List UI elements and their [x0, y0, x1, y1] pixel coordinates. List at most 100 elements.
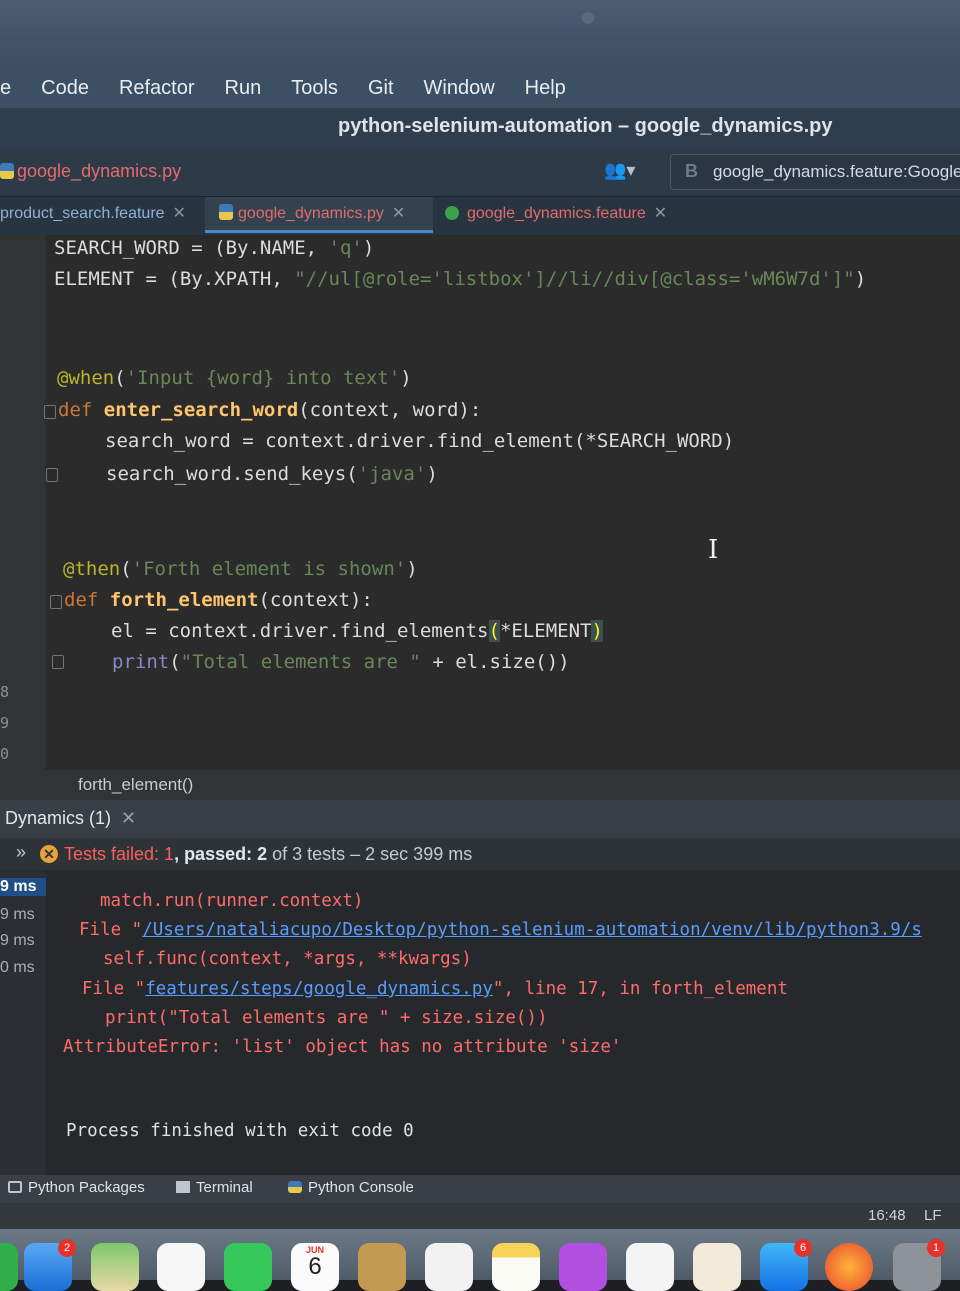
tool-tab-label: Python Console	[308, 1179, 414, 1196]
expand-chevron-icon[interactable]: »	[16, 842, 26, 863]
tab-label: product_search.feature	[0, 205, 165, 222]
tab-google-dynamics-feature[interactable]: google_dynamics.feature ✕	[445, 197, 667, 233]
line-number: 8	[0, 683, 10, 701]
run-tab-label: Dynamics (1)	[5, 808, 112, 828]
fold-marker-icon[interactable]	[52, 655, 64, 669]
podcasts-app-icon[interactable]	[559, 1243, 607, 1291]
passed-label: , passed:	[174, 844, 258, 864]
text-cursor-icon: I	[708, 535, 719, 565]
code-editor[interactable]: 8 9 0 SEARCH_WORD = (By.NAME, 'q') ELEME…	[0, 235, 960, 770]
screen-bezel	[0, 0, 960, 68]
code-line: @when('Input {word} into text')	[57, 367, 412, 389]
pages-app-icon[interactable]	[693, 1243, 741, 1291]
terminal-icon	[176, 1181, 190, 1193]
passed-count: 2	[257, 844, 268, 864]
python-console-icon	[288, 1181, 302, 1193]
tool-tab-label: Python Packages	[28, 1179, 145, 1196]
camera-dot	[582, 12, 594, 24]
tab-python-packages[interactable]: Python Packages	[8, 1179, 145, 1196]
console-line: File "features/steps/google_dynamics.py"…	[82, 979, 788, 999]
tab-terminal[interactable]: Terminal	[176, 1179, 253, 1196]
line-separator[interactable]: LF	[924, 1207, 942, 1224]
close-icon[interactable]: ✕	[121, 808, 136, 828]
navigation-bar: google_dynamics.py 👥▾ B google_dynamics.…	[0, 148, 960, 197]
numbers-app-icon[interactable]	[626, 1243, 674, 1291]
test-failed-icon: ✕	[40, 845, 58, 863]
firefox-app-icon[interactable]	[825, 1243, 873, 1291]
code-line: ELEMENT = (By.XPATH, "//ul[@role='listbo…	[54, 268, 867, 290]
status-bar: 16:48 LF	[0, 1203, 960, 1229]
editor-breadcrumb[interactable]: forth_element()	[0, 770, 960, 800]
macos-dock: 2 JUN 6 6 1	[0, 1229, 960, 1291]
finder-app-icon[interactable]	[0, 1243, 18, 1291]
menu-tools[interactable]: Tools	[291, 77, 338, 100]
maps-app-icon[interactable]	[91, 1243, 139, 1291]
tab-product-search-feature[interactable]: product_search.feature ✕	[0, 197, 186, 233]
test-duration[interactable]: 9 ms	[0, 906, 46, 924]
console-line: match.run(runner.context)	[100, 891, 364, 911]
code-line: print("Total elements are " + el.size())	[112, 651, 570, 673]
test-duration[interactable]: 9 ms	[0, 878, 46, 896]
mail-badge: 2	[58, 1239, 76, 1257]
menu-help[interactable]: Help	[525, 77, 566, 100]
test-duration[interactable]: 0 ms	[0, 959, 46, 977]
console-line: File "/Users/nataliacupo/Desktop/python-…	[79, 920, 922, 940]
console-output[interactable]: match.run(runner.context) File "/Users/n…	[46, 870, 960, 1175]
code-line-current: el = context.driver.find_elements(*ELEME…	[111, 620, 603, 642]
behave-icon: B	[685, 161, 698, 181]
close-icon[interactable]: ✕	[654, 205, 667, 222]
fold-marker-icon[interactable]	[50, 595, 62, 609]
python-file-icon	[219, 204, 233, 220]
menu-bar: e Code Refactor Run Tools Git Window Hel…	[0, 68, 960, 108]
code-line: search_word = context.driver.find_elemen…	[105, 430, 735, 452]
tab-google-dynamics-py[interactable]: google_dynamics.py ✕	[205, 197, 433, 233]
calendar-app-icon[interactable]: JUN 6	[291, 1243, 339, 1291]
reminders-app-icon[interactable]	[425, 1243, 473, 1291]
run-configuration-label: google_dynamics.feature:Google	[713, 162, 960, 181]
facetime-app-icon[interactable]	[224, 1243, 272, 1291]
calendar-day: 6	[308, 1253, 322, 1280]
console-path-link[interactable]: /Users/nataliacupo/Desktop/python-seleni…	[142, 920, 922, 940]
nav-file-label: google_dynamics.py	[17, 161, 182, 181]
run-configuration-select[interactable]: B google_dynamics.feature:Google	[670, 154, 960, 190]
test-status-line: » ✕ Tests failed: 1, passed: 2 of 3 tests…	[0, 838, 960, 870]
user-dropdown-icon[interactable]: 👥▾	[604, 160, 635, 181]
menu-view[interactable]: e	[0, 77, 11, 100]
menu-code[interactable]: Code	[41, 77, 89, 100]
window-title-bar: python-selenium-automation – google_dyna…	[0, 108, 960, 148]
close-icon[interactable]: ✕	[392, 205, 405, 222]
test-summary-tail: of 3 tests – 2 sec 399 ms	[267, 844, 473, 864]
menu-git[interactable]: Git	[368, 77, 394, 100]
menu-run[interactable]: Run	[225, 77, 262, 100]
window-title: python-selenium-automation – google_dyna…	[338, 115, 833, 137]
editor-tab-bar: product_search.feature ✕ google_dynamics.…	[0, 197, 960, 235]
settings-badge: 1	[927, 1239, 945, 1257]
fold-marker-icon[interactable]	[46, 468, 58, 482]
editor-gutter: 8 9 0	[0, 235, 64, 770]
menu-refactor[interactable]: Refactor	[119, 77, 195, 100]
notes-wood-app-icon[interactable]	[358, 1243, 406, 1291]
cursor-position[interactable]: 16:48	[868, 1207, 906, 1224]
system-settings-icon[interactable]: 1	[893, 1239, 945, 1291]
run-tool-window-tabs: Dynamics (1) ✕	[0, 800, 960, 838]
tool-window-bar: Python Packages Terminal Python Console	[0, 1175, 960, 1203]
test-duration[interactable]: 9 ms	[0, 932, 46, 950]
code-line: def enter_search_word(context, word):	[58, 399, 482, 421]
nav-file-crumb[interactable]: google_dynamics.py	[0, 161, 181, 182]
photos-app-icon[interactable]	[157, 1243, 205, 1291]
tab-run-dynamics[interactable]: Dynamics (1) ✕	[5, 808, 136, 829]
console-exit-line: Process finished with exit code 0	[66, 1121, 414, 1141]
notes-app-icon[interactable]	[492, 1243, 540, 1291]
breadcrumb-function[interactable]: forth_element()	[78, 775, 193, 795]
menu-window[interactable]: Window	[424, 77, 495, 100]
mail-app-icon[interactable]: 2	[24, 1239, 76, 1291]
app-store-badge: 6	[794, 1239, 812, 1257]
close-icon[interactable]: ✕	[173, 205, 186, 222]
python-file-icon	[0, 163, 14, 179]
layers-icon	[8, 1181, 22, 1193]
app-store-icon[interactable]: 6	[760, 1239, 812, 1291]
tab-python-console[interactable]: Python Console	[288, 1179, 414, 1196]
failed-count: 1	[164, 844, 175, 864]
console-file-link[interactable]: features/steps/google_dynamics.py	[145, 979, 493, 999]
fold-marker-icon[interactable]	[44, 405, 56, 419]
